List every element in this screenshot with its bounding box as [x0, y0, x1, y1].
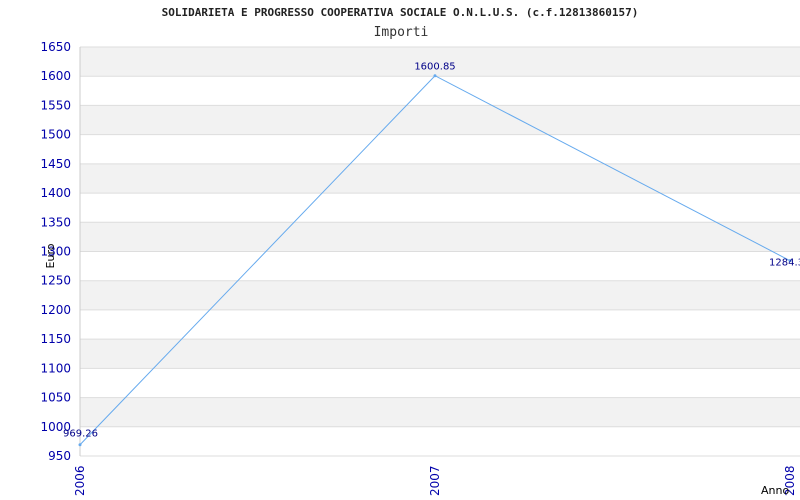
x-tick-label: 2007 [428, 465, 442, 496]
y-tick-label: 1400 [40, 186, 71, 200]
x-axis-label: Anno [761, 484, 789, 497]
y-tick-label: 1100 [40, 361, 71, 375]
grid-band [80, 222, 800, 252]
grid-band [80, 280, 800, 310]
line-chart: 9501000105011001150120012501300135014001… [40, 40, 800, 497]
grid-band [80, 163, 800, 194]
y-tick-label: 1200 [40, 303, 71, 317]
y-tick-label: 1550 [40, 98, 71, 112]
y-tick-label: 1500 [40, 128, 71, 142]
y-tick-label: 1050 [40, 391, 71, 405]
y-tick-label: 1150 [40, 332, 71, 346]
y-tick-label: 1650 [40, 40, 71, 54]
x-tick-label: 2006 [73, 465, 87, 496]
data-point [433, 74, 437, 78]
y-tick-label: 950 [48, 449, 71, 463]
grid-band [80, 397, 800, 427]
data-label: 969.26 [63, 429, 98, 440]
y-tick-label: 1350 [40, 215, 71, 229]
data-point [78, 443, 82, 447]
grid-band [80, 339, 800, 369]
data-label: 1284.3 [769, 258, 800, 269]
data-label: 1600.85 [414, 62, 455, 73]
y-axis-label: Euro [44, 243, 57, 268]
y-tick-label: 1250 [40, 274, 71, 288]
y-tick-label: 1450 [40, 157, 71, 171]
grid-band [80, 105, 800, 135]
y-tick-label: 1600 [40, 69, 71, 83]
